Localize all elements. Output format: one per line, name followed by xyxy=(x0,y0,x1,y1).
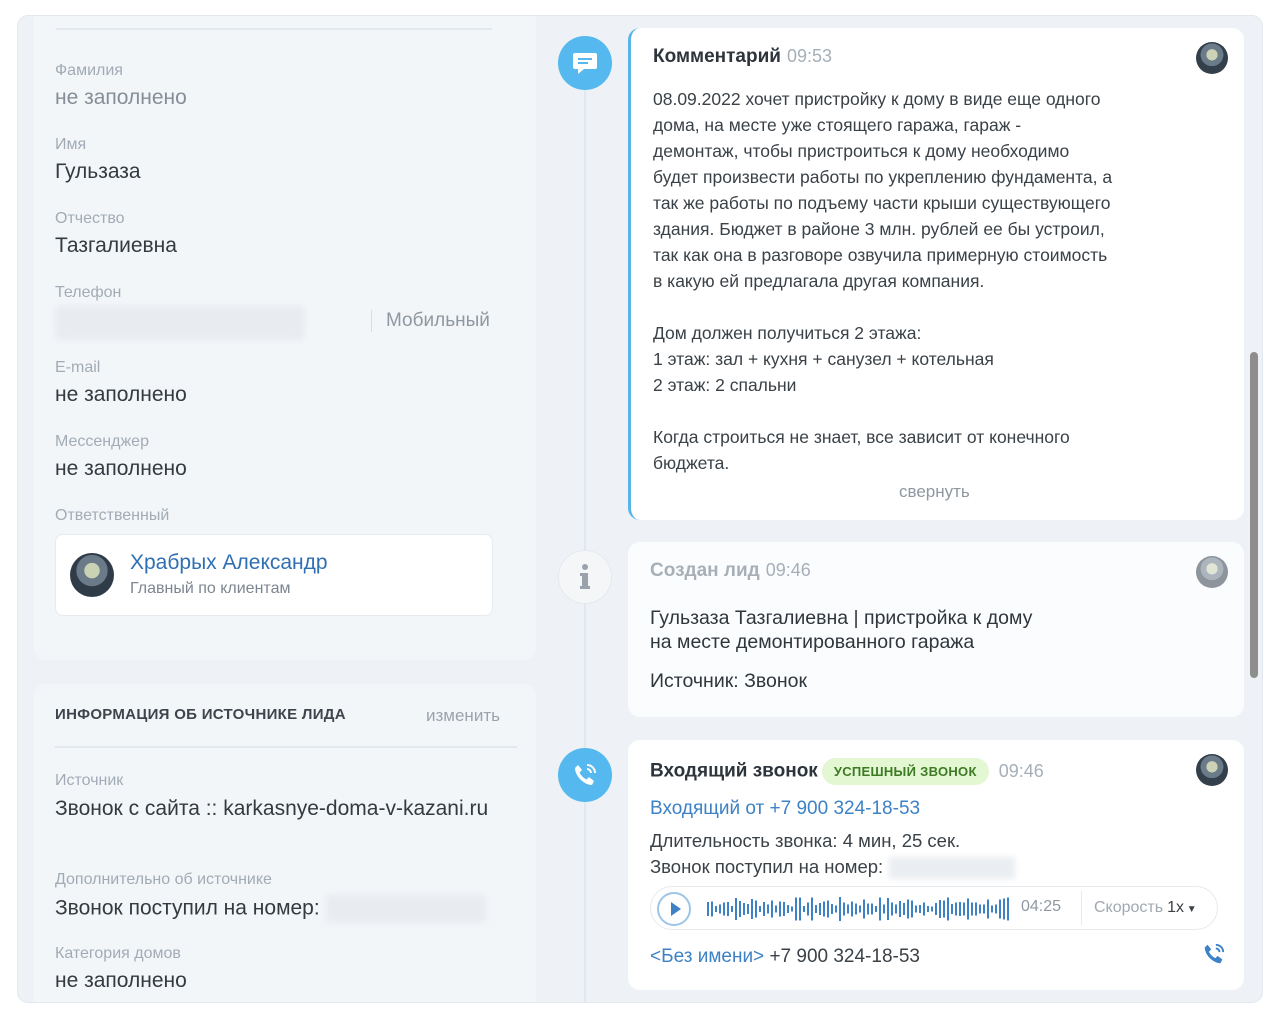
field-value: не заполнено xyxy=(55,969,187,992)
scrollbar[interactable] xyxy=(1250,352,1258,678)
field-value: Звонок поступил на номер: xyxy=(55,896,320,920)
last-name-field[interactable]: Фамилия не заполнено xyxy=(55,62,187,110)
divider xyxy=(56,28,492,30)
caller-name-link[interactable]: <Без имени> xyxy=(650,946,764,967)
house-category-field[interactable]: Категория домов не заполнено xyxy=(55,945,187,993)
redacted-number xyxy=(889,857,1016,880)
speed-label: Скорость xyxy=(1094,899,1164,916)
play-icon xyxy=(670,902,681,916)
avatar xyxy=(1196,754,1228,786)
collapse-link[interactable]: свернуть xyxy=(899,482,970,502)
source-field[interactable]: Источник Звонок с сайта :: karkasnye-dom… xyxy=(55,772,495,821)
comment-icon xyxy=(558,36,612,90)
caller-phone: +7 900 324-18-53 xyxy=(769,946,920,967)
timeline-comment: Комментарий 09:53 08.09.2022 хочет пристр… xyxy=(628,28,1244,520)
phone-type: Мобильный xyxy=(371,310,490,332)
lead-name: Гульзаза Тазгалиевна | пристройка к дому… xyxy=(650,607,1033,653)
field-value: Гульзаза xyxy=(55,160,141,183)
status-badge: УСПЕШНЫЙ ЗВОНОК xyxy=(821,758,989,785)
caller-link[interactable]: Входящий от +7 900 324-18-53 xyxy=(650,798,920,820)
field-label: Ответственный xyxy=(55,507,170,524)
speed-select[interactable]: Скорость 1x ▼ xyxy=(1081,891,1217,925)
event-time: 09:53 xyxy=(786,46,832,66)
field-label: Имя xyxy=(55,136,87,153)
speed-value: 1x xyxy=(1167,899,1184,916)
lead-source: Источник: Звонок xyxy=(650,670,807,692)
timeline-lead-created: Создан лид 09:46 Гульзаза Тазгалиевна | п… xyxy=(628,542,1244,717)
field-label: E-mail xyxy=(55,359,101,376)
field-value: не заполнено xyxy=(55,383,187,406)
phone-call-icon xyxy=(558,748,612,802)
event-title: Комментарий xyxy=(653,46,781,67)
event-title: Создан лид xyxy=(650,560,760,581)
email-field[interactable]: E-mail не заполнено xyxy=(55,359,187,407)
event-header: Создан лид 09:46 xyxy=(650,560,811,582)
event-time: 09:46 xyxy=(765,560,811,580)
event-title: Входящий звонок xyxy=(650,760,818,782)
field-label: Отчество xyxy=(55,210,125,227)
divider xyxy=(55,746,517,748)
edit-link[interactable]: изменить xyxy=(426,706,500,726)
avatar xyxy=(1196,556,1228,588)
field-label: Категория домов xyxy=(55,945,181,962)
responsible-name-link[interactable]: Храбрых Александр xyxy=(130,551,328,575)
field-value: Звонок с сайта :: karkasnye-doma-v-kazan… xyxy=(55,797,489,820)
play-button[interactable] xyxy=(657,892,691,926)
player-time: 04:25 xyxy=(1021,898,1062,915)
crm-lead-window: Фамилия не заполнено Имя Гульзаза Отчест… xyxy=(18,16,1262,1002)
field-label: Источник xyxy=(55,772,124,789)
patronymic-field[interactable]: Отчество Тазгалиевна xyxy=(55,210,177,258)
field-label: Мессенджер xyxy=(55,433,149,450)
field-value: не заполнено xyxy=(55,457,187,480)
call-back-icon[interactable] xyxy=(1202,942,1226,971)
field-value: не заполнено xyxy=(55,86,187,109)
called-number-label: Звонок поступил на номер: xyxy=(650,856,884,877)
timeline-line xyxy=(584,56,586,1002)
caller-row: <Без имени> +7 900 324-18-53 xyxy=(650,946,920,968)
first-name-field[interactable]: Имя Гульзаза xyxy=(55,136,141,184)
event-header: Комментарий 09:53 xyxy=(653,46,832,68)
field-label: Телефон xyxy=(55,284,122,301)
chevron-down-icon: ▼ xyxy=(1184,904,1197,915)
field-label: Дополнительно об источнике xyxy=(55,871,272,888)
redacted-number xyxy=(325,895,486,923)
phone-field[interactable]: Телефон Мобильный xyxy=(55,284,495,342)
avatar xyxy=(70,553,114,597)
timeline-incoming-call: Входящий звонок УСПЕШНЫЙ ЗВОНОК 09:46 Вход… xyxy=(628,740,1244,990)
event-time: 09:46 xyxy=(998,760,1044,781)
responsible-user-card[interactable]: Храбрых Александр Главный по клиентам xyxy=(55,534,493,616)
call-duration: Длительность звонка: 4 мин, 25 сек. xyxy=(650,830,961,851)
info-icon xyxy=(558,550,612,604)
field-label: Фамилия xyxy=(55,62,123,79)
section-title: ИНФОРМАЦИЯ ОБ ИСТОЧНИКЕ ЛИДА xyxy=(55,706,346,723)
audio-player: 04:25 Скорость 1x ▼ xyxy=(650,886,1218,930)
avatar xyxy=(1196,42,1228,74)
responsible-field: Ответственный xyxy=(55,507,169,525)
left-panel: Фамилия не заполнено Имя Гульзаза Отчест… xyxy=(18,16,538,1002)
source-extra-field[interactable]: Дополнительно об источнике Звонок поступ… xyxy=(55,871,535,923)
comment-text: 08.09.2022 хочет пристройку к дому в вид… xyxy=(653,89,1113,473)
phone-value-redacted[interactable] xyxy=(55,306,305,340)
messenger-field[interactable]: Мессенджер не заполнено xyxy=(55,433,187,481)
waveform[interactable] xyxy=(707,895,1013,923)
field-value: Тазгалиевна xyxy=(55,234,177,257)
event-header: Входящий звонок УСПЕШНЫЙ ЗВОНОК 09:46 xyxy=(650,758,1044,785)
responsible-role: Главный по клиентам xyxy=(130,580,291,597)
